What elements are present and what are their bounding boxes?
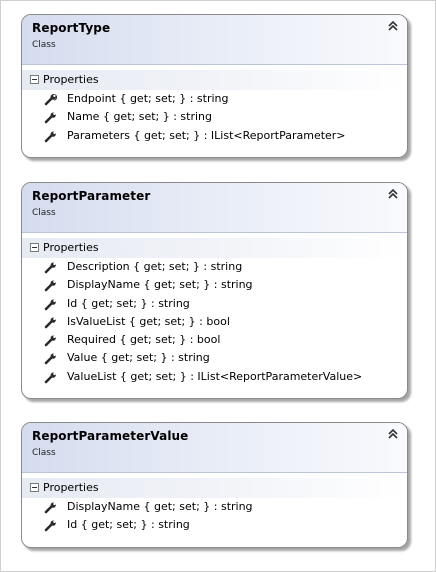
class-name: ReportParameter [32,189,151,203]
member-row[interactable]: Id { get; set; } : string [22,295,407,313]
wrench-icon [44,94,57,106]
member-text: Required { get; set; } : bool [67,333,221,347]
member-row[interactable]: Value { get; set; } : string [22,349,407,367]
member-row[interactable]: Endpoint { get; set; } : string [22,90,407,108]
member-text: Name { get; set; } : string [67,110,212,124]
member-text: Parameters { get; set; } : IList<ReportP… [67,128,346,142]
section-label: Properties [43,481,99,494]
diagram-canvas: ReportType Class Properties Endpoint { g… [0,0,436,572]
section-label: Properties [43,73,99,86]
wrench-icon [44,131,56,142]
section-label: Properties [43,241,99,254]
class-header: ReportType Class [22,15,407,65]
member-text: ValueList { get; set; } : IList<ReportPa… [67,369,363,383]
member-row[interactable]: IsValueList { get; set; } : bool [22,313,407,331]
minus-box-icon[interactable] [30,75,39,84]
member-row[interactable]: Id { get; set; } : string [22,516,407,534]
properties-section-header[interactable]: Properties [22,70,407,90]
member-text: Id { get; set; } : string [67,518,190,532]
wrench-icon [44,262,56,274]
class-header: ReportParameter Class [22,183,407,233]
member-row[interactable]: Parameters { get; set; } : IList<ReportP… [22,127,407,145]
wrench-icon [44,317,56,329]
class-stereotype: Class [32,448,56,458]
member-row[interactable]: Name { get; set; } : string [22,108,407,126]
member-row[interactable]: Required { get; set; } : bool [22,331,407,349]
wrench-icon [44,372,56,384]
member-text: DisplayName { get; set; } : string [67,278,253,292]
class-shape-reportparametervalue[interactable]: ReportParameterValue Class Properties Di… [21,422,408,548]
wrench-icon [44,299,56,310]
member-text: IsValueList { get; set; } : bool [67,314,230,328]
member-text: Description { get; set; } : string [67,260,243,273]
minus-box-icon[interactable] [30,483,39,492]
collapse-icon[interactable] [387,188,399,200]
collapse-icon[interactable] [387,428,399,440]
properties-section-header[interactable]: Properties [22,478,407,498]
class-name: ReportParameterValue [32,429,189,443]
member-row[interactable]: Description { get; set; } : string [22,258,407,276]
wrench-icon [44,353,56,365]
member-row[interactable]: DisplayName { get; set; } : string [22,498,407,516]
collapse-icon[interactable] [387,20,399,32]
wrench-icon [44,335,56,347]
member-list: Endpoint { get; set; } : string Name { g… [22,90,407,145]
member-text: Value { get; set; } : string [67,351,210,365]
wrench-icon [44,502,56,514]
member-text: DisplayName { get; set; } : string [67,500,253,513]
member-text: Endpoint { get; set; } : string [67,92,229,105]
class-shape-reporttype[interactable]: ReportType Class Properties Endpoint { g… [21,14,408,158]
wrench-icon [44,520,56,532]
wrench-icon [44,112,56,124]
member-row[interactable]: DisplayName { get; set; } : string [22,276,407,294]
class-name: ReportType [32,21,111,35]
member-list: DisplayName { get; set; } : string Id { … [22,498,407,535]
minus-box-icon[interactable] [30,243,39,252]
wrench-icon [44,280,56,292]
member-row[interactable]: ValueList { get; set; } : IList<ReportPa… [22,368,407,386]
member-text: Id { get; set; } : string [67,296,190,310]
class-stereotype: Class [32,40,56,50]
member-list: Description { get; set; } : string Displ… [22,258,407,386]
class-stereotype: Class [32,208,56,218]
properties-section-header[interactable]: Properties [22,238,407,258]
class-header: ReportParameterValue Class [22,423,407,473]
class-shape-reportparameter[interactable]: ReportParameter Class Properties Descrip… [21,182,408,399]
